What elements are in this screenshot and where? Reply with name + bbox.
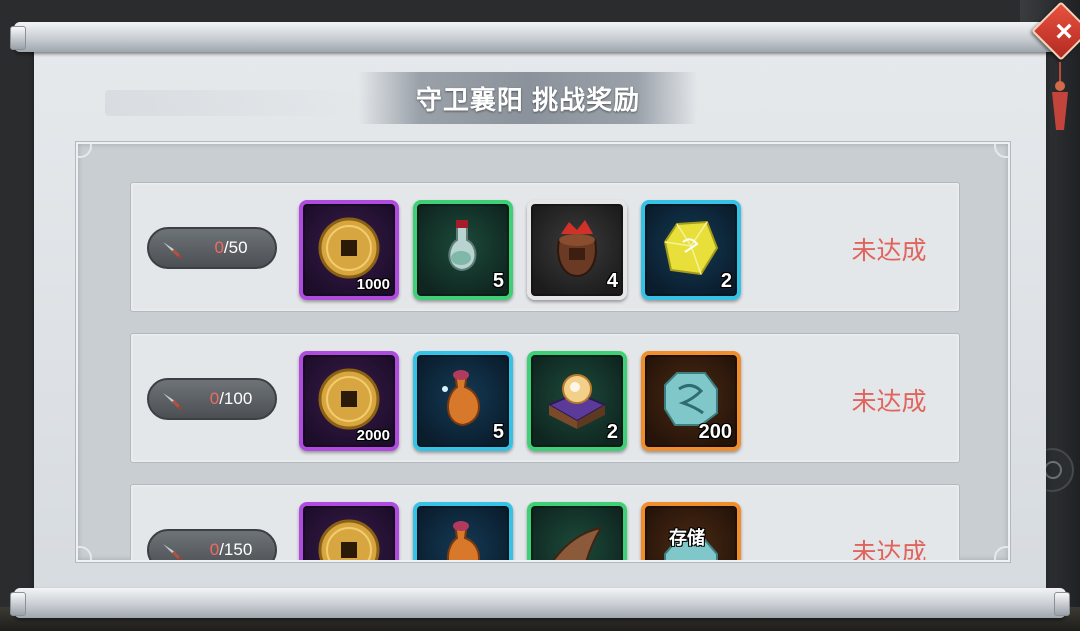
progress-total: /50 [223,238,248,257]
title-banner: 守卫襄阳 挑战奖励 [358,72,698,124]
scroll-rod-bottom [10,588,1070,618]
reward-item[interactable]: 2 [527,351,627,451]
reward-item[interactable]: 5 [413,200,513,300]
yellow-crystal-icon [663,220,719,276]
item-count: 1000 [356,276,390,293]
corner-ornament [78,144,92,158]
progress-current: 0 [209,540,220,559]
page-title: 守卫襄阳 挑战奖励 [415,84,641,115]
elixir-gourd-icon [442,370,480,427]
status-label: 未达成 [851,539,927,562]
reward-item[interactable]: 存储 [641,502,741,560]
item-count: 5 [492,421,504,443]
copper-coin-icon [318,368,380,430]
reward-item[interactable]: 2 [641,200,741,300]
treasure-chest-orb-icon [546,374,608,429]
item-count: 2 [606,421,618,443]
item-count: 200 [698,421,732,443]
item-count: 5 [492,270,504,292]
reward-item[interactable] [413,502,513,560]
copper-coin-icon [318,217,380,279]
status-label: 未达成 [851,388,927,416]
paper-watermark [105,90,365,116]
reward-row: 0/50 1000 5 4 2 未达成 [130,182,960,312]
copper-coin-icon [318,519,380,560]
corner-ornament [78,546,92,560]
reward-item[interactable] [299,502,399,560]
elixir-gourd-icon [447,521,480,560]
reward-item[interactable]: 2000 [299,351,399,451]
progress-pill: 0/150 [147,529,277,560]
potion-flask-icon [448,220,477,272]
item-count: 2 [720,270,732,292]
reward-item[interactable] [527,502,627,560]
wine-jar-icon [557,220,597,278]
progress-current: 0 [209,389,220,408]
status-label: 未达成 [851,237,927,265]
progress-total: /100 [219,389,253,408]
progress-total: /150 [219,540,253,559]
reward-item[interactable]: 200 [641,351,741,451]
corner-ornament [994,144,1008,158]
item-count: 4 [606,270,618,292]
reward-item[interactable]: 1000 [299,200,399,300]
corner-ornament [994,546,1008,560]
progress-pill: 0/50 [147,227,277,269]
reward-item[interactable]: 5 [413,351,513,451]
progress-pill: 0/100 [147,378,277,420]
tassel-ornament [1052,62,1068,130]
item-count: 2000 [356,427,390,444]
storage-token-label: 存储 [669,528,705,548]
close-icon[interactable]: × [1046,14,1080,50]
reward-list-panel[interactable]: 0/50 1000 5 4 2 未达成 0/100 2000 5 2 200 未… [76,142,1010,562]
horn-icon [552,526,604,560]
reward-row: 0/100 2000 5 2 200 未达成 [130,333,960,463]
reward-item[interactable]: 4 [527,200,627,300]
progress-current: 0 [214,238,224,257]
reward-row: 0/150 存储 未达成 [130,484,960,562]
scroll-rod-top [10,22,1070,52]
